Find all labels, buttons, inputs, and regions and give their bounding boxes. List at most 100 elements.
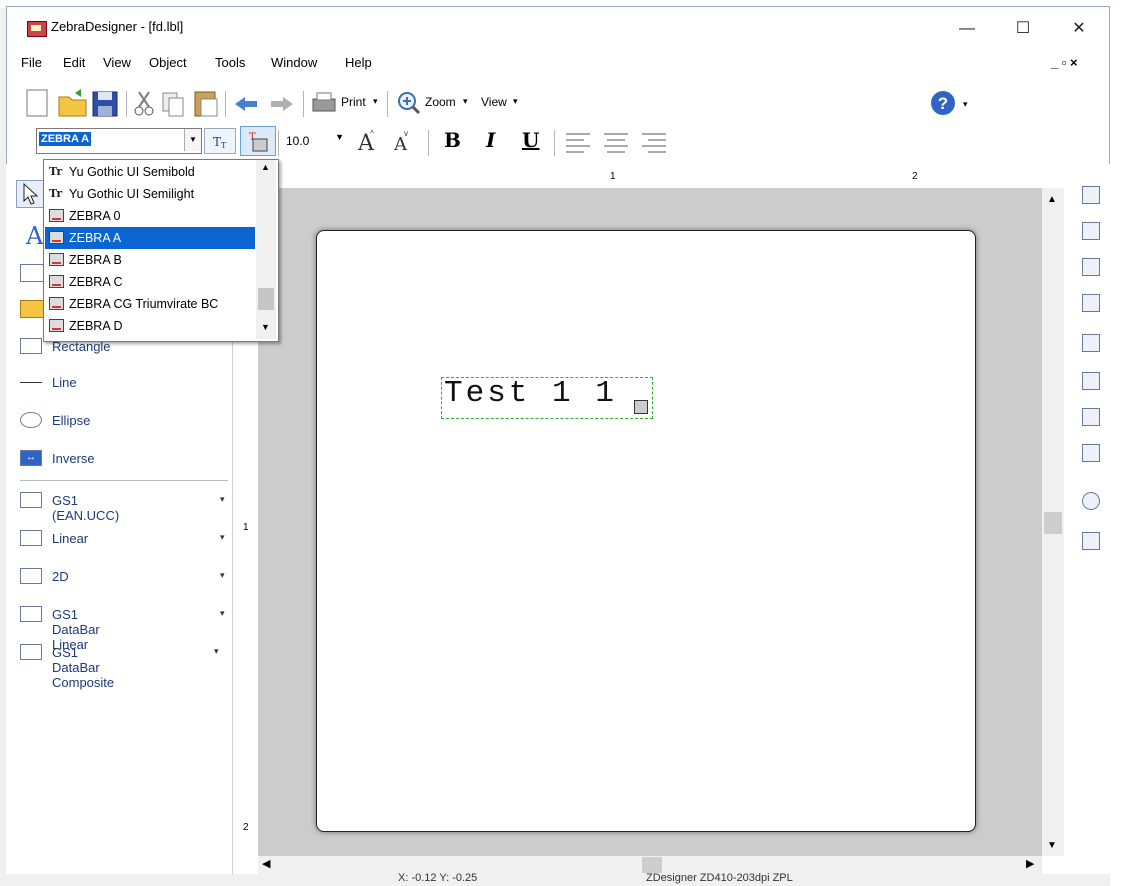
svg-text:T: T bbox=[213, 135, 221, 149]
printer-font-icon[interactable]: T bbox=[240, 126, 276, 156]
font-list-item-label: Yu Gothic UI Semibold bbox=[69, 165, 195, 179]
alignment-buttons[interactable] bbox=[564, 130, 674, 154]
printer-icon bbox=[312, 92, 336, 112]
paste-icon bbox=[194, 91, 218, 117]
bold-button[interactable]: B bbox=[444, 128, 461, 152]
print-dropdown-caret[interactable]: ▾ bbox=[373, 96, 378, 107]
menu-window[interactable]: Window bbox=[271, 55, 317, 70]
chevron-down-icon[interactable]: ▾ bbox=[214, 646, 219, 657]
menu-help[interactable]: Help bbox=[345, 55, 372, 70]
mdi-controls[interactable]: _ ▫ × bbox=[1051, 55, 1078, 70]
2d-barcode-icon bbox=[20, 568, 42, 584]
chevron-down-icon[interactable]: ▾ bbox=[220, 532, 225, 543]
font-list-item[interactable]: ZEBRA CG Triumvirate BC bbox=[45, 293, 255, 315]
increase-font-icon[interactable]: A ^ bbox=[352, 126, 382, 156]
align-right-edges-icon[interactable] bbox=[1082, 258, 1100, 276]
chevron-up-icon[interactable]: ▲ bbox=[261, 162, 270, 172]
menu-edit[interactable]: Edit bbox=[63, 55, 85, 70]
chevron-down-icon[interactable]: ▾ bbox=[220, 608, 225, 619]
truetype-font-icon[interactable]: TT bbox=[204, 128, 236, 154]
align-right-icon bbox=[642, 133, 666, 153]
pointer-tool-icon[interactable] bbox=[16, 180, 44, 208]
help-icon[interactable]: ? bbox=[929, 89, 957, 117]
svg-text:^: ^ bbox=[370, 129, 374, 138]
status-bar: X: -0.12 Y: -0.25 ZDesigner ZD410-203dpi… bbox=[6, 872, 1110, 886]
svg-text:v: v bbox=[404, 129, 408, 138]
scroll-down-icon[interactable]: ▼ bbox=[1047, 840, 1057, 851]
zoom-icon[interactable] bbox=[397, 91, 421, 115]
tool-gs1-databar-composite-label: GS1 DataBar Composite bbox=[52, 645, 115, 690]
send-to-back-icon[interactable] bbox=[1082, 532, 1100, 550]
menu-object[interactable]: Object bbox=[149, 55, 187, 70]
scroll-left-icon[interactable]: ◀ bbox=[262, 857, 270, 870]
font-list-item[interactable]: Tr Yu Gothic UI Semibold bbox=[45, 161, 255, 183]
maximize-button[interactable]: ☐ bbox=[1001, 15, 1045, 43]
vertical-scroll-thumb[interactable] bbox=[1044, 512, 1062, 534]
underline-button[interactable]: U bbox=[522, 128, 539, 152]
font-size-combo[interactable]: 10.0 ▼ bbox=[282, 128, 348, 152]
chevron-down-icon[interactable]: ▼ bbox=[261, 322, 270, 332]
align-left-edges-icon[interactable] bbox=[1082, 186, 1100, 204]
copy-icon bbox=[162, 92, 184, 117]
align-top-edges-icon[interactable] bbox=[1082, 294, 1100, 312]
printer-font-icon bbox=[49, 275, 64, 288]
font-list-item[interactable]: ZEBRA D bbox=[45, 315, 255, 337]
toolbar-separator bbox=[554, 130, 555, 156]
close-button[interactable]: ✕ bbox=[1057, 15, 1101, 43]
font-name-value[interactable]: ZEBRA A bbox=[39, 132, 92, 146]
zoom-dropdown-caret[interactable]: ▾ bbox=[463, 96, 468, 107]
text-tool-icon[interactable]: A bbox=[26, 222, 43, 250]
rotate-icon[interactable] bbox=[1082, 492, 1100, 510]
distribute-vertical-icon[interactable] bbox=[1082, 444, 1100, 462]
open-folder-icon bbox=[58, 89, 87, 117]
font-size-value[interactable]: 10.0 bbox=[286, 134, 309, 148]
font-list-scrollbar[interactable]: ▲ ▼ bbox=[256, 160, 276, 339]
menu-tools[interactable]: Tools bbox=[215, 55, 245, 70]
zoom-button[interactable]: Zoom bbox=[425, 95, 456, 109]
chevron-down-icon[interactable]: ▾ bbox=[220, 494, 225, 505]
menu-file[interactable]: File bbox=[21, 55, 42, 70]
distribute-horizontal-icon[interactable] bbox=[1082, 408, 1100, 426]
background-app bbox=[1110, 0, 1129, 886]
font-list-item[interactable]: ZEBRA 0 bbox=[45, 205, 255, 227]
italic-button[interactable]: I bbox=[486, 128, 495, 152]
truetype-icon: Tr bbox=[49, 187, 63, 200]
barcode-tool-icon[interactable] bbox=[20, 264, 44, 282]
tool-2d-label: 2D bbox=[52, 569, 69, 584]
tool-inverse-label: Inverse bbox=[52, 451, 95, 466]
font-list-item[interactable]: ZEBRA B bbox=[45, 249, 255, 271]
font-name-combo[interactable]: ZEBRA A ▼ bbox=[36, 128, 202, 154]
truetype-icon: Tr bbox=[49, 165, 63, 178]
toolbar-overflow-icon[interactable]: ▾ bbox=[963, 99, 968, 110]
text-object[interactable]: Test 1 1 bbox=[441, 376, 653, 419]
print-button[interactable]: Print bbox=[341, 95, 366, 109]
font-list-item[interactable]: ZEBRA C bbox=[45, 271, 255, 293]
view-button[interactable]: View bbox=[481, 95, 507, 109]
chevron-down-icon[interactable]: ▾ bbox=[220, 570, 225, 581]
ellipse-icon bbox=[20, 412, 42, 428]
menu-view[interactable]: View bbox=[103, 55, 131, 70]
picture-tool-icon[interactable] bbox=[20, 300, 44, 318]
design-canvas[interactable]: Test 1 1 bbox=[258, 188, 1042, 856]
chevron-down-icon[interactable]: ▼ bbox=[184, 129, 201, 151]
view-dropdown-caret[interactable]: ▾ bbox=[513, 96, 518, 107]
align-horizontal-center-icon[interactable] bbox=[1082, 222, 1100, 240]
toolbar-separator bbox=[278, 130, 279, 156]
label-area[interactable]: Test 1 1 bbox=[316, 230, 976, 832]
align-bottom-edges-icon[interactable] bbox=[1082, 372, 1100, 390]
decrease-font-icon[interactable]: Av bbox=[388, 126, 418, 155]
scroll-up-icon[interactable]: ▲ bbox=[1047, 194, 1057, 205]
inverse-icon: ↔ bbox=[20, 450, 42, 466]
font-list-item-selected[interactable]: ZEBRA A bbox=[45, 227, 255, 249]
align-vertical-center-icon[interactable] bbox=[1082, 334, 1100, 352]
minimize-button[interactable]: — bbox=[945, 15, 989, 43]
cursor-position: X: -0.12 Y: -0.25 bbox=[398, 872, 478, 884]
scroll-right-icon[interactable]: ▶ bbox=[1026, 857, 1034, 870]
font-dropdown-list[interactable]: Tr Yu Gothic UI Semibold Tr Yu Gothic UI… bbox=[43, 159, 279, 342]
chevron-down-icon[interactable]: ▼ bbox=[335, 132, 344, 142]
gs1-databar-icon bbox=[20, 606, 42, 622]
font-list-item[interactable]: Tr Yu Gothic UI Semilight bbox=[45, 183, 255, 205]
horizontal-scroll-thumb[interactable] bbox=[642, 857, 662, 873]
font-list-item-label: ZEBRA 0 bbox=[69, 209, 121, 223]
font-list-scroll-thumb[interactable] bbox=[258, 288, 274, 310]
